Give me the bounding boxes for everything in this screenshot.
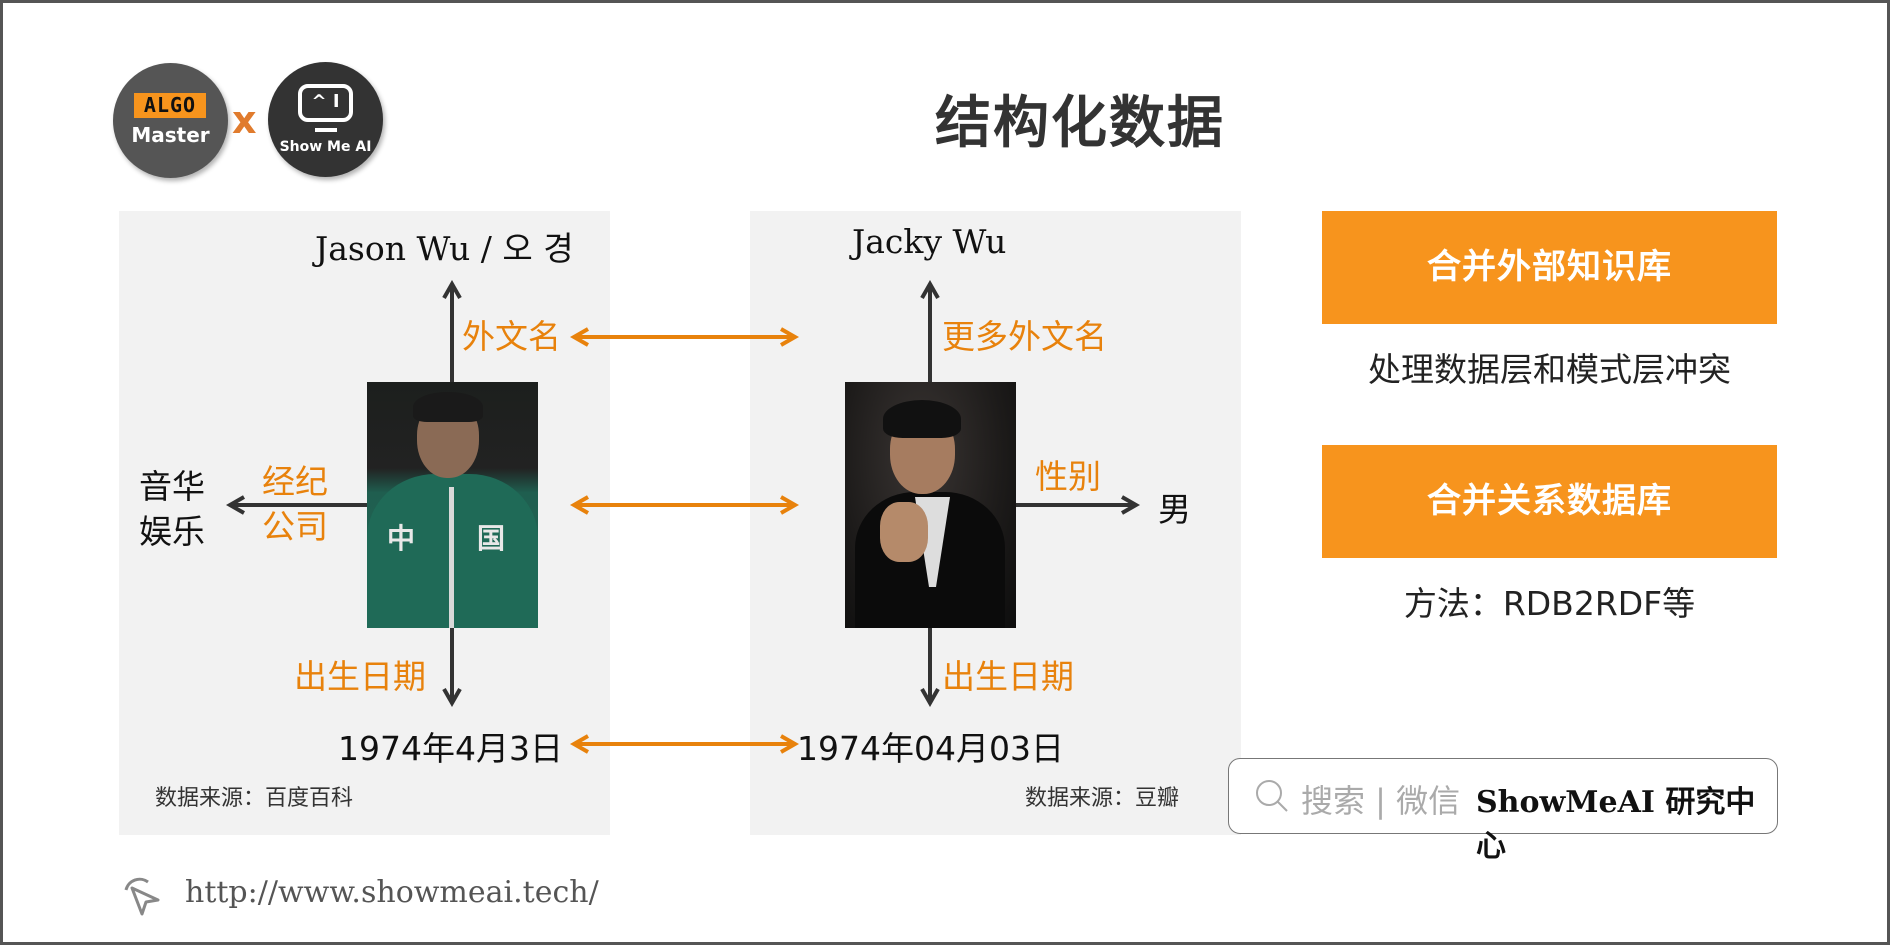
card-merge-external-kb-desc: 处理数据层和模式层冲突 <box>1368 350 1731 389</box>
cursor-click-icon <box>124 877 160 916</box>
photo-hand <box>880 502 928 562</box>
left-birth-value: 1974年4月3日 <box>338 729 563 768</box>
mid-gender-relation: 性别 <box>1035 457 1101 496</box>
mid-gender-value: 男 <box>1158 490 1191 529</box>
card-merge-relational-db-desc: 方法：RDB2RDF等 <box>1403 584 1696 623</box>
wechat-search-box[interactable]: 搜索 | 微信 ShowMeAI 研究中心 <box>1228 758 1778 864</box>
jacket-char: 中 <box>387 522 416 555</box>
jacket-char: 国 <box>477 522 506 555</box>
left-agency-value-1: 音华 <box>139 467 205 506</box>
left-foreign-name-relation: 外文名 <box>462 317 561 356</box>
page-title: 结构化数据 <box>935 91 1225 156</box>
search-prompt: 搜索 | 微信 <box>1301 782 1461 820</box>
left-foreign-name-value: Jason Wu / 오 경 <box>315 229 574 268</box>
left-birth-relation: 出生日期 <box>294 657 426 696</box>
footer-url-link[interactable]: http://www.showmeai.tech/ <box>185 875 599 910</box>
card-merge-external-kb: 合并外部知识库 <box>1322 211 1777 324</box>
search-brand: ShowMeAI 研究中心 <box>1476 785 1756 864</box>
photo-hair <box>413 392 483 422</box>
mid-data-source: 数据来源：豆瓣 <box>1025 786 1180 811</box>
left-agency-relation-1: 经纪 <box>262 462 328 501</box>
mid-birth-relation: 出生日期 <box>942 657 1074 696</box>
entity-photo-mid <box>845 382 1016 628</box>
mid-foreign-name-relation: 更多外文名 <box>942 317 1107 356</box>
card-merge-relational-db: 合并关系数据库 <box>1322 445 1777 558</box>
left-data-source: 数据来源：百度百科 <box>155 786 354 811</box>
left-agency-relation-2: 公司 <box>262 507 328 546</box>
photo-zipper <box>449 487 454 628</box>
photo-hair <box>883 400 961 438</box>
entity-photo-left: 中 国 <box>367 382 538 628</box>
search-icon <box>1256 780 1288 812</box>
left-agency-value-2: 娱乐 <box>139 512 205 551</box>
mid-foreign-name-value: Jacky Wu <box>852 222 1007 261</box>
mid-birth-value: 1974年04月03日 <box>797 729 1064 768</box>
